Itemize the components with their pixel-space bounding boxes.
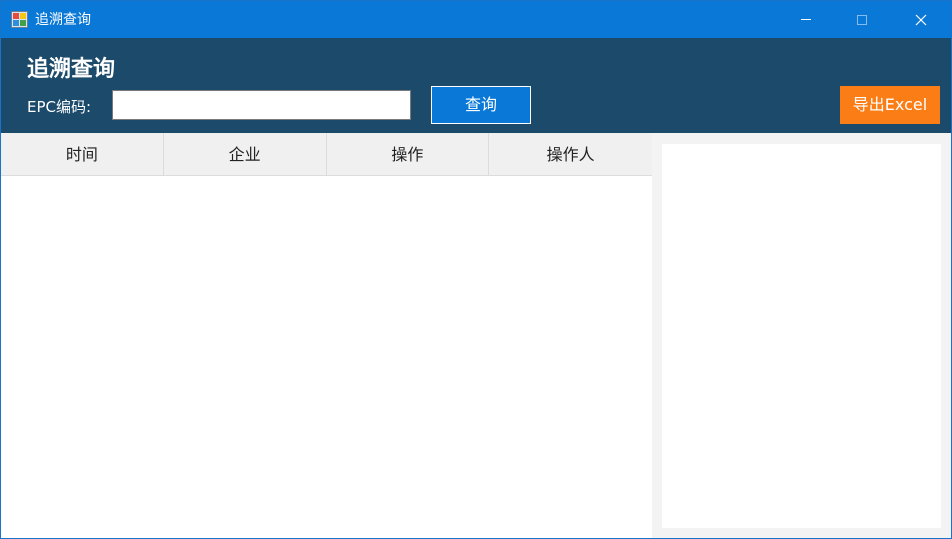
query-header-panel: 追溯查询 EPC编码: 查询 导出Excel: [1, 38, 951, 133]
maximize-icon: [857, 14, 867, 25]
column-header-company[interactable]: 企业: [164, 133, 327, 176]
maximize-button[interactable]: [839, 1, 885, 38]
minimize-button[interactable]: [783, 1, 829, 38]
title-bar[interactable]: 追溯查询: [1, 1, 951, 38]
detail-content-area: [662, 144, 941, 528]
detail-side-panel: [652, 133, 951, 538]
grid-header-row: 时间 企业 操作 操作人: [1, 133, 652, 176]
query-button[interactable]: 查询: [431, 86, 531, 124]
column-header-time[interactable]: 时间: [1, 133, 164, 176]
minimize-icon: [801, 19, 811, 20]
window-title: 追溯查询: [35, 12, 91, 28]
app-icon: [11, 11, 28, 28]
main-window: 追溯查询 追溯查询 EPC编码: 查询 导出Excel 时间 企业 操作 操作人: [0, 0, 952, 539]
close-icon: [915, 14, 927, 25]
epc-input[interactable]: [112, 90, 411, 120]
export-excel-button[interactable]: 导出Excel: [840, 86, 940, 124]
column-header-operator[interactable]: 操作人: [489, 133, 652, 176]
trace-results-grid[interactable]: 时间 企业 操作 操作人: [1, 133, 652, 538]
epc-label: EPC编码:: [27, 98, 92, 116]
close-button[interactable]: [898, 1, 944, 38]
page-title: 追溯查询: [27, 57, 116, 82]
column-header-operation[interactable]: 操作: [327, 133, 490, 176]
grid-body[interactable]: [1, 176, 652, 538]
